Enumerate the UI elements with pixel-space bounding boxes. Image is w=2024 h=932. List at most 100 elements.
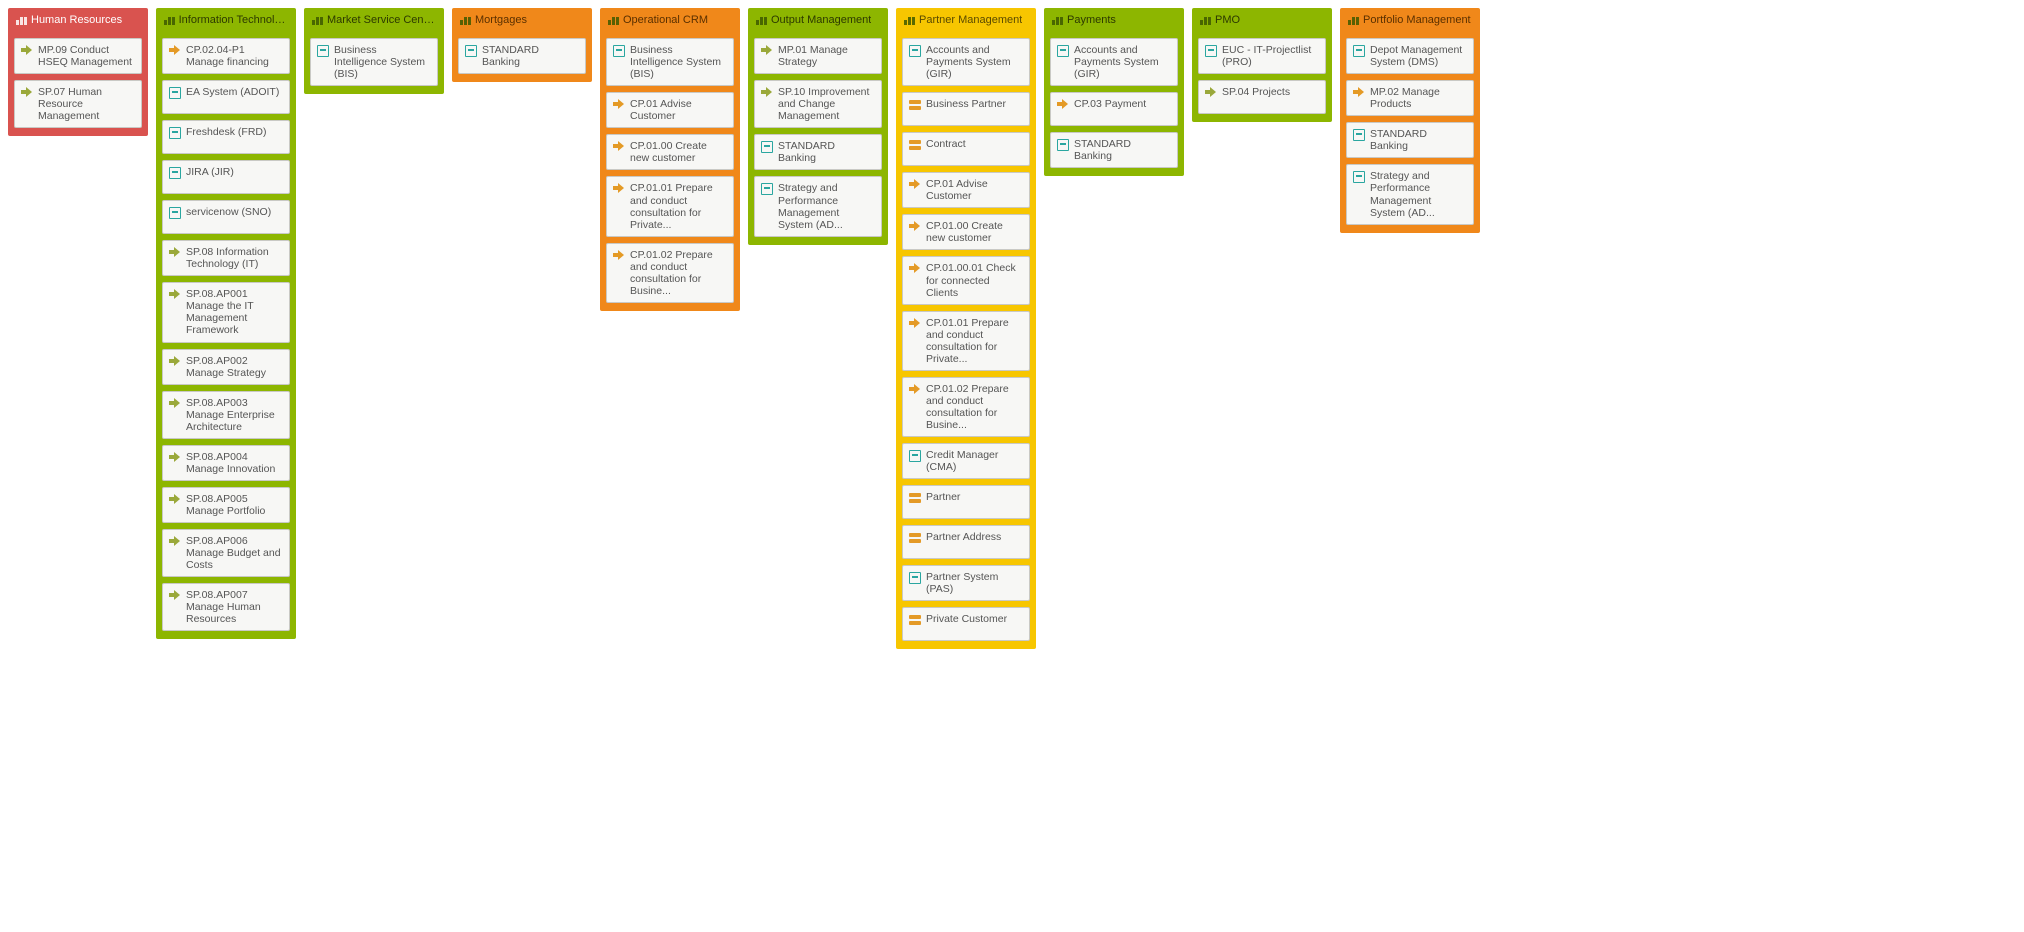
column-mortgages: Mortgages STANDARD Banking <box>452 8 592 82</box>
card-item[interactable]: CP.02.04-P1 Manage financing <box>162 38 290 74</box>
card-item[interactable]: SP.04 Projects <box>1198 80 1326 114</box>
card-item[interactable]: CP.01 Advise Customer <box>902 172 1030 208</box>
arrow-icon <box>169 356 181 368</box>
column-header[interactable]: Output Management <box>754 8 882 32</box>
card-item[interactable]: CP.01.00.01 Check for connected Clients <box>902 256 1030 304</box>
card-item[interactable]: MP.02 Manage Products <box>1346 80 1474 116</box>
card-item[interactable]: Business Intelligence System (BIS) <box>310 38 438 86</box>
column-header[interactable]: Partner Management <box>902 8 1030 32</box>
column-header[interactable]: Portfolio Management <box>1346 8 1474 32</box>
card-item[interactable]: CP.01.02 Prepare and conduct consultatio… <box>902 377 1030 437</box>
card-item[interactable]: Business Intelligence System (BIS) <box>606 38 734 86</box>
card-item[interactable]: EA System (ADOIT) <box>162 80 290 114</box>
chart-icon <box>460 15 471 25</box>
column-header[interactable]: Payments <box>1050 8 1178 32</box>
chart-icon <box>608 15 619 25</box>
card-label: STANDARD Banking <box>1370 128 1467 152</box>
card-label: EUC - IT-Projectlist (PRO) <box>1222 44 1319 68</box>
card-item[interactable]: SP.08.AP001 Manage the IT Management Fra… <box>162 282 290 342</box>
column-title: Partner Management <box>919 14 1022 26</box>
arrow-icon <box>169 289 181 301</box>
column-title: Payments <box>1067 14 1116 26</box>
card-label: CP.01.01 Prepare and conduct consultatio… <box>926 317 1023 365</box>
card-item[interactable]: Depot Management System (DMS) <box>1346 38 1474 74</box>
card-item[interactable]: SP.08 Information Technology (IT) <box>162 240 290 276</box>
card-item[interactable]: Accounts and Payments System (GIR) <box>1050 38 1178 86</box>
card-item[interactable]: EUC - IT-Projectlist (PRO) <box>1198 38 1326 74</box>
card-item[interactable]: SP.08.AP005 Manage Portfolio <box>162 487 290 523</box>
arrow-icon <box>613 183 625 195</box>
card-label: Depot Management System (DMS) <box>1370 44 1467 68</box>
arrow-icon <box>21 87 33 99</box>
card-item[interactable]: Business Partner <box>902 92 1030 126</box>
card-item[interactable]: CP.01.01 Prepare and conduct consultatio… <box>902 311 1030 371</box>
card-item[interactable]: STANDARD Banking <box>1346 122 1474 158</box>
card-item[interactable]: Accounts and Payments System (GIR) <box>902 38 1030 86</box>
card-item[interactable]: SP.08.AP004 Manage Innovation <box>162 445 290 481</box>
card-label: CP.01 Advise Customer <box>630 98 727 122</box>
card-item[interactable]: SP.08.AP007 Manage Human Resources <box>162 583 290 631</box>
card-item[interactable]: CP.01 Advise Customer <box>606 92 734 128</box>
chart-icon <box>1052 15 1063 25</box>
card-item[interactable]: Contract <box>902 132 1030 166</box>
column-header[interactable]: Human Resources <box>14 8 142 32</box>
card-item[interactable]: servicenow (SNO) <box>162 200 290 234</box>
arrow-icon <box>169 45 181 57</box>
column-payments: Payments Accounts and Payments System (GI… <box>1044 8 1184 176</box>
card-item[interactable]: Freshdesk (FRD) <box>162 120 290 154</box>
card-label: CP.01.00 Create new customer <box>630 140 727 164</box>
card-item[interactable]: STANDARD Banking <box>458 38 586 74</box>
column-pmo: PMO EUC - IT-Projectlist (PRO) SP.04 Proje… <box>1192 8 1332 122</box>
app-icon <box>169 87 181 99</box>
card-item[interactable]: CP.01.02 Prepare and conduct consultatio… <box>606 243 734 303</box>
card-item[interactable]: Private Customer <box>902 607 1030 641</box>
card-label: STANDARD Banking <box>1074 138 1171 162</box>
card-item[interactable]: Strategy and Performance Management Syst… <box>754 176 882 236</box>
column-header[interactable]: Information Technology <box>162 8 290 32</box>
card-item[interactable]: CP.01.01 Prepare and conduct consultatio… <box>606 176 734 236</box>
card-label: CP.01 Advise Customer <box>926 178 1023 202</box>
card-item[interactable]: MP.01 Manage Strategy <box>754 38 882 74</box>
app-icon <box>761 183 773 195</box>
card-item[interactable]: CP.01.00 Create new customer <box>606 134 734 170</box>
card-item[interactable]: CP.03 Payment <box>1050 92 1178 126</box>
app-icon <box>317 45 329 57</box>
card-label: SP.08.AP004 Manage Innovation <box>186 451 283 475</box>
arrow-icon <box>169 494 181 506</box>
arrow-icon <box>761 45 773 57</box>
card-label: SP.04 Projects <box>1222 86 1319 98</box>
card-item[interactable]: Partner Address <box>902 525 1030 559</box>
arrow-icon <box>909 221 921 233</box>
card-item[interactable]: Partner <box>902 485 1030 519</box>
column-title: Market Service Center <box>327 14 436 26</box>
card-item[interactable]: Credit Manager (CMA) <box>902 443 1030 479</box>
card-item[interactable]: Strategy and Performance Management Syst… <box>1346 164 1474 224</box>
column-operational-crm: Operational CRM Business Intelligence Sys… <box>600 8 740 311</box>
column-title: PMO <box>1215 14 1240 26</box>
card-item[interactable]: SP.10 Improvement and Change Management <box>754 80 882 128</box>
card-label: CP.01.00.01 Check for connected Clients <box>926 262 1023 298</box>
chart-icon <box>756 15 767 25</box>
card-item[interactable]: SP.08.AP006 Manage Budget and Costs <box>162 529 290 577</box>
column-header[interactable]: Market Service Center <box>310 8 438 32</box>
column-portfolio-management: Portfolio Management Depot Management Sys… <box>1340 8 1480 233</box>
card-item[interactable]: SP.08.AP003 Manage Enterprise Architectu… <box>162 391 290 439</box>
arrow-icon <box>169 452 181 464</box>
column-header[interactable]: Operational CRM <box>606 8 734 32</box>
card-label: Strategy and Performance Management Syst… <box>778 182 875 230</box>
card-label: SP.08.AP007 Manage Human Resources <box>186 589 283 625</box>
column-information-technology: Information Technology CP.02.04-P1 Manage… <box>156 8 296 639</box>
card-item[interactable]: Partner System (PAS) <box>902 565 1030 601</box>
card-label: Business Intelligence System (BIS) <box>334 44 431 80</box>
arrow-icon <box>1205 87 1217 99</box>
column-header[interactable]: Mortgages <box>458 8 586 32</box>
app-icon <box>613 45 625 57</box>
card-item[interactable]: SP.07 Human Resource Management <box>14 80 142 128</box>
card-item[interactable]: SP.08.AP002 Manage Strategy <box>162 349 290 385</box>
card-item[interactable]: MP.09 Conduct HSEQ Management <box>14 38 142 74</box>
card-item[interactable]: CP.01.00 Create new customer <box>902 214 1030 250</box>
card-item[interactable]: STANDARD Banking <box>754 134 882 170</box>
card-item[interactable]: STANDARD Banking <box>1050 132 1178 168</box>
column-header[interactable]: PMO <box>1198 8 1326 32</box>
card-item[interactable]: JIRA (JIR) <box>162 160 290 194</box>
